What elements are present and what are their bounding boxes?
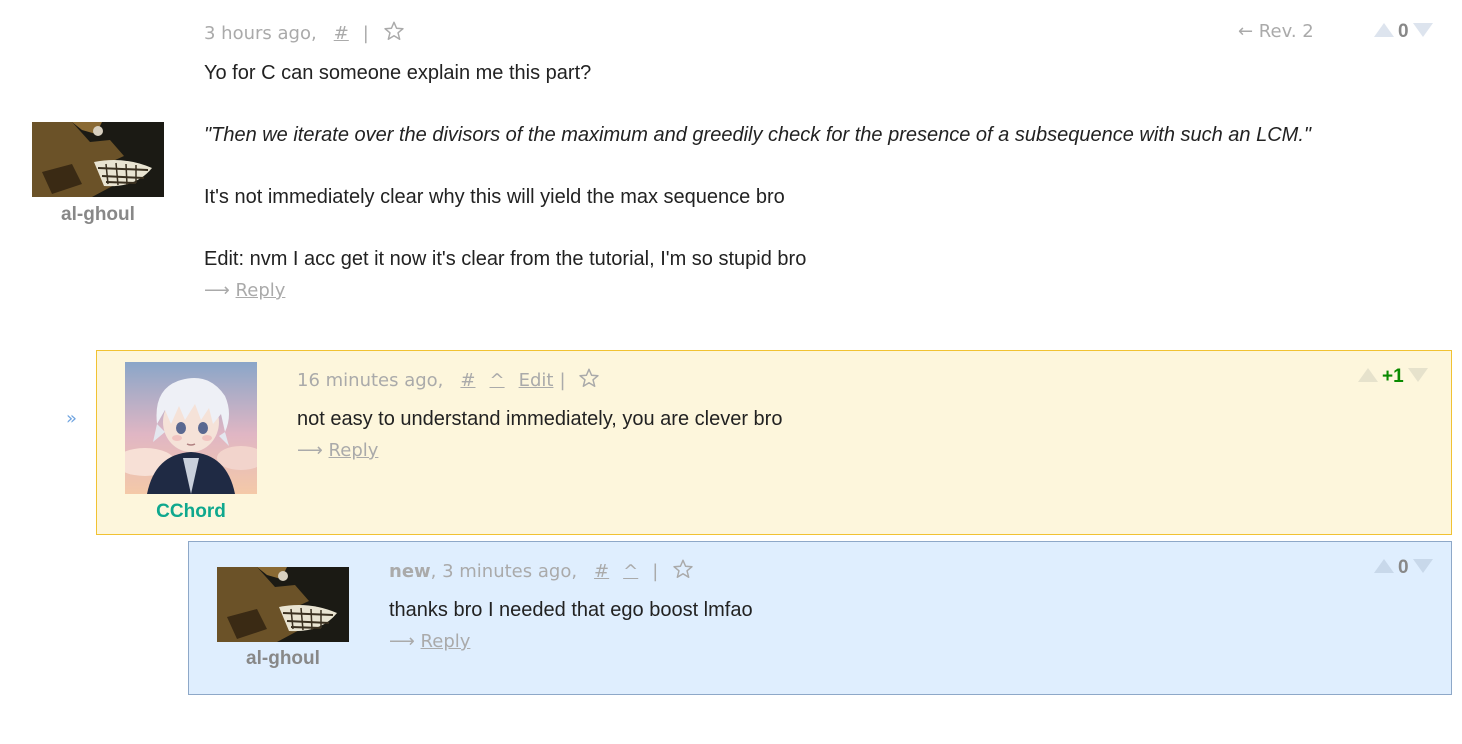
comment-meta: new , 3 minutes ago, # ^ | [389, 558, 694, 585]
avatar[interactable] [125, 362, 257, 494]
star-icon[interactable] [578, 367, 600, 394]
new-badge: new [389, 561, 431, 582]
star-icon[interactable] [672, 558, 694, 585]
reply-link[interactable]: Reply [329, 440, 379, 461]
permalink-link[interactable]: # [594, 561, 609, 582]
downvote-icon[interactable] [1407, 366, 1428, 388]
upvote-icon[interactable] [1374, 21, 1394, 43]
reply-arrow-icon: ⟶ [389, 631, 415, 652]
comment-2: CChord 16 minutes ago, # ^ Edit | +1 not… [96, 350, 1452, 535]
timestamp: , 3 minutes ago, [430, 561, 578, 582]
username[interactable]: al-ghoul [193, 648, 373, 670]
vote-count: +1 [1382, 366, 1404, 387]
comment-meta: 3 hours ago, # | [204, 20, 405, 47]
comment-1: al-ghoul 3 hours ago, # | ← Rev. 2 0 Yo … [0, 0, 1462, 330]
collapse-icon[interactable]: » [66, 408, 77, 429]
comment-text-line: thanks bro I needed that ego boost lmfao [389, 599, 753, 621]
comment-text-line: Edit: nvm I acc get it now it's clear fr… [204, 248, 807, 270]
parent-link[interactable]: ^ [490, 370, 505, 391]
vote-count: 0 [1398, 557, 1409, 578]
vote-count: 0 [1398, 21, 1409, 42]
upvote-icon[interactable] [1374, 557, 1394, 579]
star-icon[interactable] [383, 20, 405, 47]
avatar[interactable] [32, 122, 164, 197]
revision-link[interactable]: ← Rev. 2 [1238, 21, 1314, 42]
timestamp: 16 minutes ago, [297, 370, 444, 391]
reply-arrow-icon: ⟶ [297, 440, 323, 461]
comment-text-line: not easy to understand immediately, you … [297, 408, 783, 430]
downvote-icon[interactable] [1412, 21, 1433, 43]
separator: | [362, 23, 369, 44]
upvote-icon[interactable] [1358, 366, 1378, 388]
permalink-link[interactable]: # [334, 23, 349, 44]
vote-widget: 0 [1374, 557, 1433, 579]
comment-3: al-ghoul new , 3 minutes ago, # ^ | 0 th… [188, 541, 1452, 695]
username[interactable]: CChord [101, 501, 281, 523]
reply-action: ⟶ Reply [297, 440, 378, 461]
username[interactable]: al-ghoul [8, 204, 188, 226]
timestamp: 3 hours ago, [204, 23, 317, 44]
vote-widget: 0 [1374, 21, 1433, 43]
parent-link[interactable]: ^ [623, 561, 638, 582]
downvote-icon[interactable] [1412, 557, 1433, 579]
quoted-text: "Then we iterate over the divisors of th… [204, 124, 1311, 146]
reply-arrow-icon: ⟶ [204, 280, 230, 301]
avatar[interactable] [217, 567, 349, 642]
permalink-link[interactable]: # [460, 370, 475, 391]
reply-link[interactable]: Reply [236, 280, 286, 301]
reply-action: ⟶ Reply [389, 631, 470, 652]
reply-link[interactable]: Reply [421, 631, 471, 652]
edit-link[interactable]: Edit [519, 370, 554, 391]
comment-text-line: It's not immediately clear why this will… [204, 186, 785, 208]
separator: | [652, 561, 659, 582]
comment-meta: 16 minutes ago, # ^ Edit | [297, 367, 600, 394]
vote-widget: +1 [1358, 366, 1428, 388]
reply-action: ⟶ Reply [204, 280, 285, 301]
comment-text-line: Yo for C can someone explain me this par… [204, 62, 592, 84]
separator: | [559, 370, 566, 391]
